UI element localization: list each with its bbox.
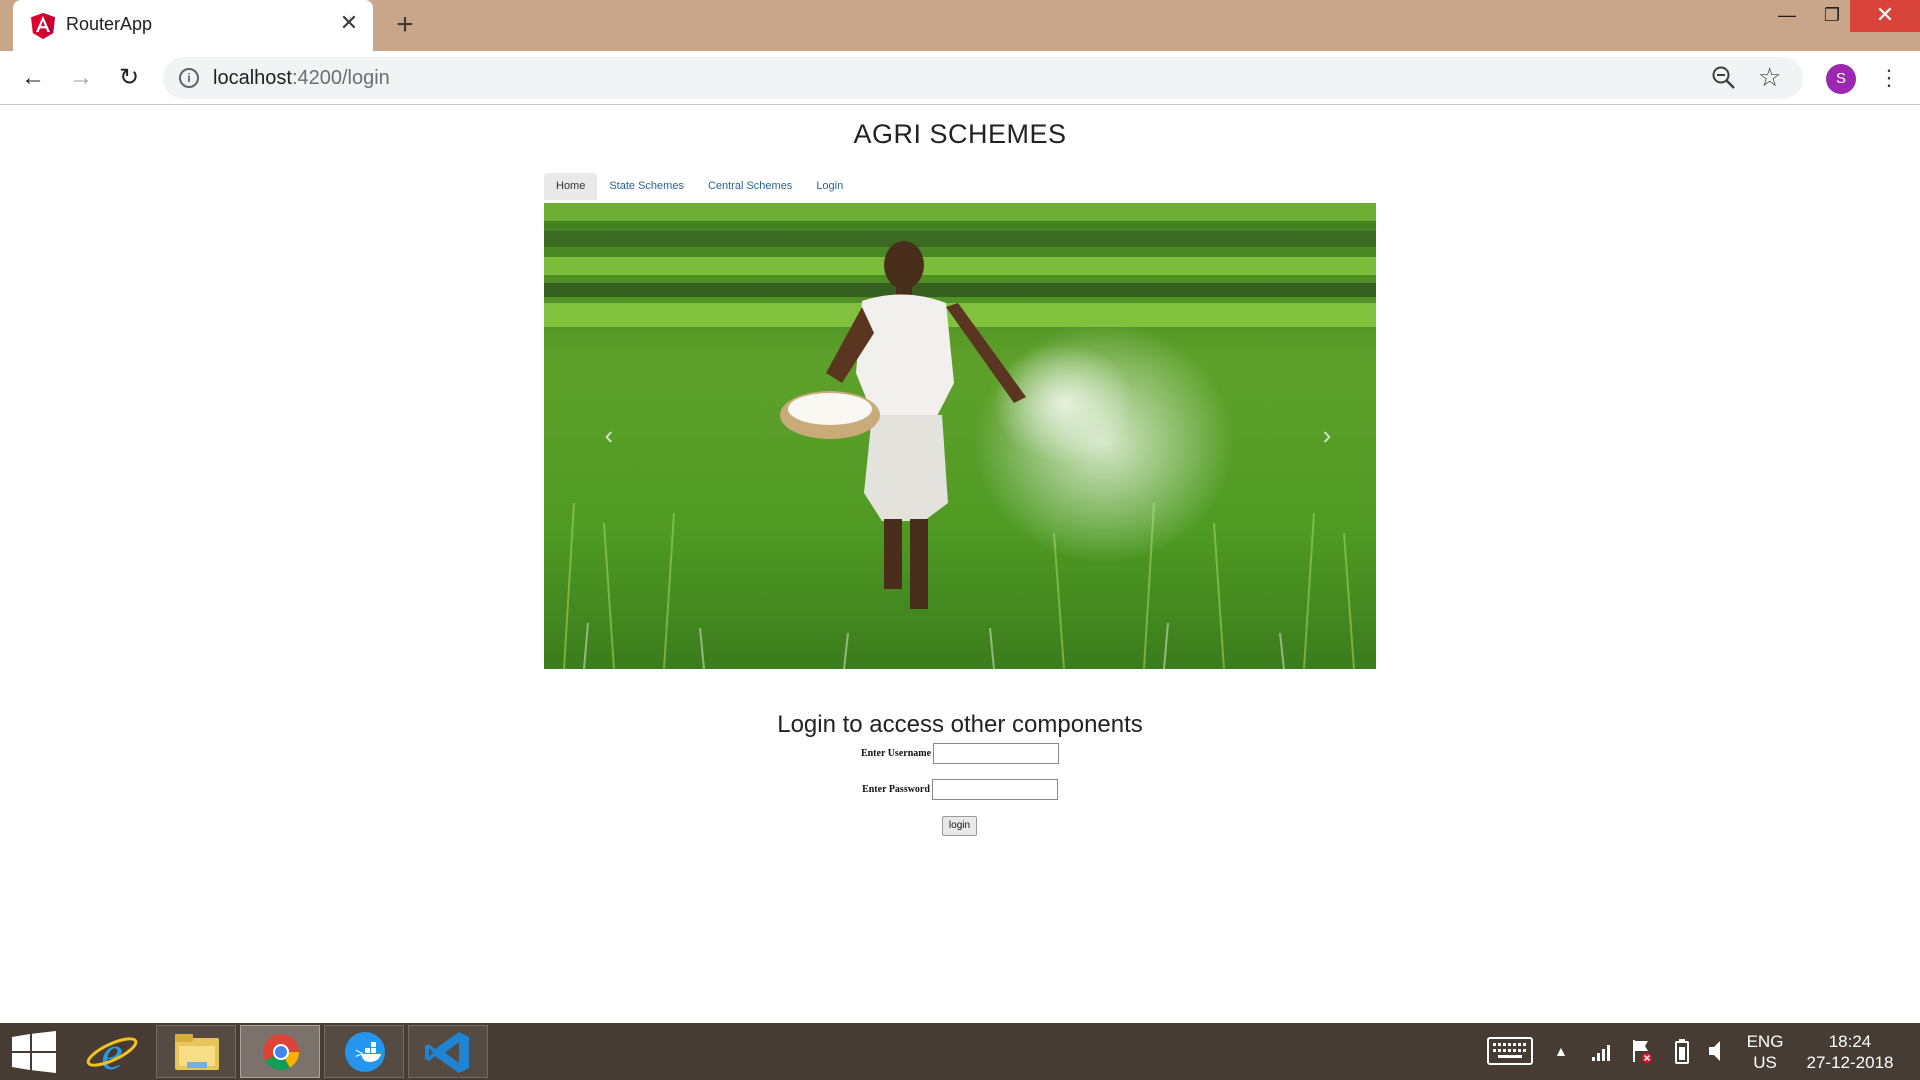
login-button[interactable]: login: [942, 816, 977, 836]
docker-icon: >: [345, 1032, 385, 1072]
taskbar-clock[interactable]: 18:24 27-12-2018: [1794, 1031, 1906, 1080]
restore-window-icon[interactable]: ❐: [1810, 0, 1854, 32]
show-hidden-icons-icon[interactable]: ▲: [1554, 1037, 1568, 1080]
keyboard-layout: US: [1753, 1053, 1777, 1072]
url-host: localhost: [213, 67, 292, 89]
nav-tab-home[interactable]: Home: [544, 173, 598, 200]
image-carousel: ‹ ›: [544, 203, 1376, 669]
browser-menu-icon[interactable]: ⋮: [1878, 64, 1900, 94]
taskbar-chrome[interactable]: [240, 1025, 320, 1078]
password-label: Enter Password: [862, 784, 930, 795]
browser-toolbar: ← → ↻ i localhost:4200/login ☆ S ⋮: [0, 51, 1920, 105]
browser-tab-routerapp[interactable]: RouterApp ✕: [13, 0, 373, 51]
nav-tab-login[interactable]: Login: [804, 173, 855, 200]
username-row: Enter Username: [0, 743, 1920, 764]
angular-icon: [31, 13, 55, 39]
taskbar-file-explorer[interactable]: [156, 1025, 236, 1078]
back-arrow-icon[interactable]: ←: [16, 61, 50, 95]
password-input[interactable]: [931, 779, 1058, 800]
close-tab-icon[interactable]: ✕: [338, 12, 360, 34]
taskbar-docker[interactable]: >: [324, 1025, 404, 1078]
reload-icon[interactable]: ↻: [112, 61, 146, 95]
volume-icon[interactable]: [1706, 1037, 1728, 1065]
clock-time: 18:24: [1828, 1032, 1872, 1051]
nav-tab-central-schemes[interactable]: Central Schemes: [696, 173, 804, 200]
address-bar[interactable]: i localhost:4200/login ☆: [163, 57, 1803, 99]
site-nav: Home State Schemes Central Schemes Login: [544, 173, 855, 200]
url-path: :4200/login: [291, 67, 390, 89]
language-code: ENG: [1746, 1032, 1784, 1051]
browser-tabstrip: RouterApp ✕ + — ❐ ✕: [0, 0, 1920, 51]
internet-explorer-icon: e: [86, 1027, 138, 1080]
forward-arrow-icon[interactable]: →: [64, 61, 98, 95]
new-tab-icon[interactable]: +: [390, 10, 420, 41]
action-center-flag-icon[interactable]: [1630, 1037, 1654, 1065]
vscode-icon: [425, 1032, 469, 1073]
file-explorer-icon: [175, 1034, 219, 1070]
tab-title: RouterApp: [66, 14, 153, 34]
zoom-out-icon[interactable]: [1711, 65, 1737, 91]
username-input[interactable]: [933, 743, 1060, 764]
svg-text:e: e: [101, 1027, 122, 1078]
login-heading: Login to access other components: [777, 711, 1143, 738]
carousel-prev-icon[interactable]: ‹: [594, 415, 624, 455]
network-signal-icon[interactable]: [1590, 1039, 1614, 1063]
chrome-icon: [263, 1034, 299, 1071]
taskbar-vscode[interactable]: [408, 1025, 488, 1078]
web-page: AGRI SCHEMES Home State Schemes Central …: [0, 106, 1920, 1023]
minimize-window-icon[interactable]: —: [1765, 0, 1809, 32]
password-row: Enter Password: [0, 779, 1920, 800]
close-window-icon[interactable]: ✕: [1850, 0, 1920, 32]
nav-tab-state-schemes[interactable]: State Schemes: [597, 173, 696, 200]
windows-start-icon[interactable]: [12, 1031, 56, 1073]
keyboard-keys: [1493, 1043, 1526, 1058]
input-language-indicator[interactable]: ENG US: [1743, 1031, 1787, 1080]
taskbar-ie[interactable]: e: [72, 1025, 152, 1080]
username-label: Enter Username: [860, 748, 932, 759]
battery-icon[interactable]: [1674, 1037, 1690, 1065]
windows-taskbar: e > ▲ ENG US 18:24 27-12-2018: [0, 1023, 1920, 1080]
touch-keyboard-icon[interactable]: [1487, 1037, 1533, 1065]
page-title: AGRI SCHEMES: [853, 119, 1067, 149]
carousel-next-icon[interactable]: ›: [1312, 415, 1342, 455]
clock-date: 27-12-2018: [1806, 1053, 1894, 1072]
site-info-icon[interactable]: i: [179, 68, 199, 88]
profile-avatar[interactable]: S: [1826, 64, 1856, 94]
url-text[interactable]: localhost:4200/login: [213, 67, 390, 90]
bookmark-star-icon[interactable]: ☆: [1758, 62, 1781, 92]
carousel-image: [544, 203, 1376, 669]
